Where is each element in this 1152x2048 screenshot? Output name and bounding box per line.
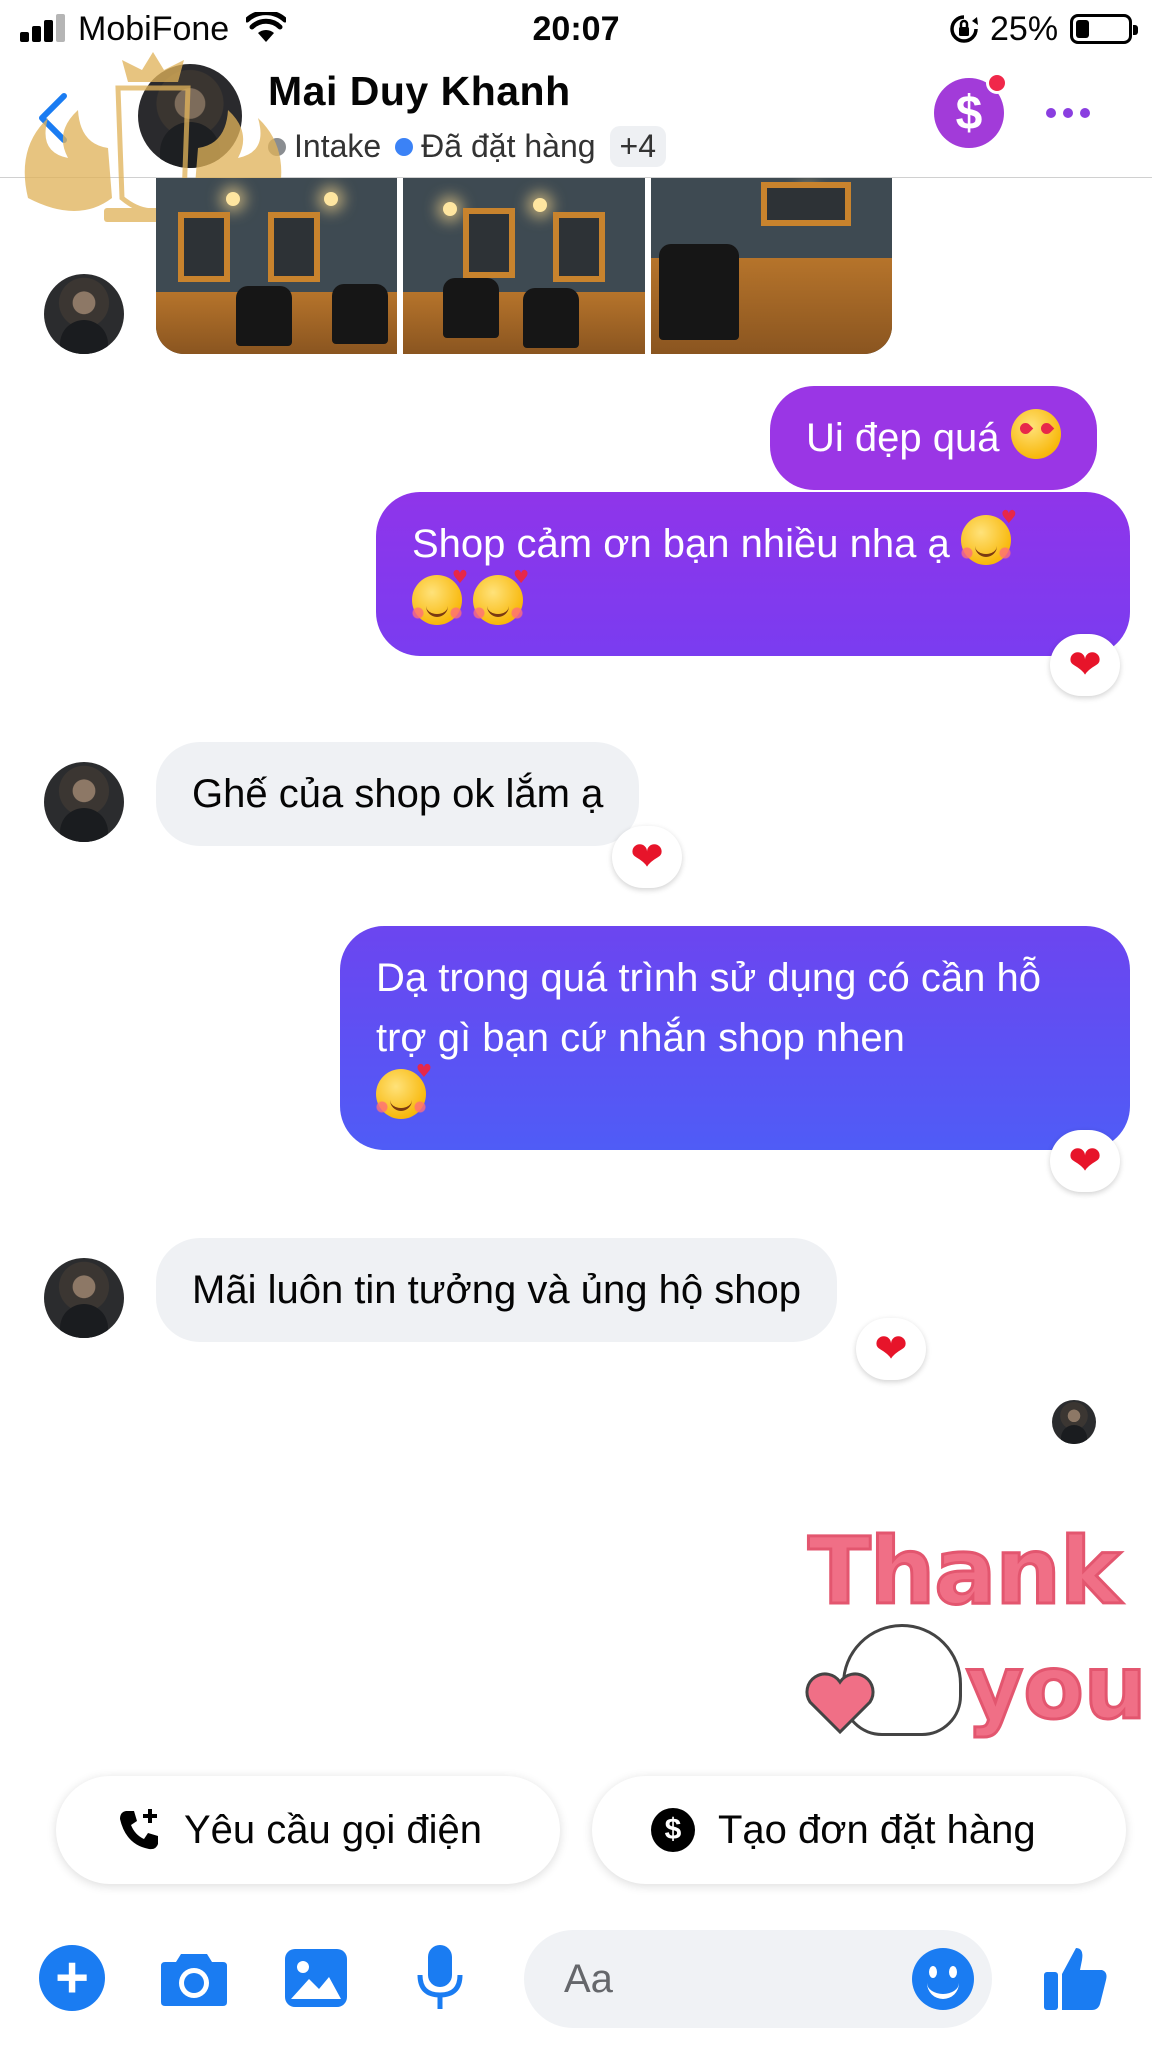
dollar-circle-icon: $ bbox=[648, 1805, 698, 1855]
heart-reaction[interactable]: ❤ bbox=[856, 1318, 926, 1380]
shared-photos[interactable] bbox=[156, 178, 892, 354]
emoji-icon[interactable] bbox=[912, 1948, 974, 2010]
smiling-face-with-hearts-emoji: ♥ bbox=[406, 569, 468, 625]
rotation-lock-icon bbox=[950, 15, 978, 43]
more-labels-badge[interactable]: +4 bbox=[609, 126, 667, 167]
contact-avatar-small[interactable] bbox=[44, 274, 124, 354]
battery-percent: 25% bbox=[990, 10, 1059, 48]
photo-gallery-button[interactable] bbox=[280, 1942, 352, 2014]
more-dots-icon bbox=[1046, 108, 1056, 118]
sticker-text-you: you bbox=[964, 1635, 1147, 1741]
more-actions-button[interactable]: + bbox=[36, 1942, 108, 2014]
request-call-button[interactable]: Yêu cầu gọi điện bbox=[56, 1776, 560, 1884]
thumbs-up-icon bbox=[1044, 1948, 1107, 2010]
camera-icon bbox=[161, 1954, 227, 2006]
plus-icon: + bbox=[39, 1945, 105, 2011]
heart-icon: ❤ bbox=[874, 1326, 908, 1372]
heart-reaction[interactable]: ❤ bbox=[612, 826, 682, 888]
outgoing-message[interactable]: Shop cảm ơn bạn nhiều nha ạ ♥ ♥ ♥ bbox=[376, 492, 1130, 656]
heart-reaction[interactable]: ❤ bbox=[1050, 1130, 1120, 1192]
like-button[interactable] bbox=[1040, 1942, 1112, 2014]
incoming-message[interactable]: Mãi luôn tin tưởng và ủng hộ shop bbox=[156, 1238, 837, 1342]
phone-plus-icon bbox=[114, 1805, 164, 1855]
heart-icon: ❤ bbox=[630, 834, 664, 880]
contact-name[interactable]: Mai Duy Khanh bbox=[268, 68, 571, 115]
contact-avatar-small[interactable] bbox=[44, 762, 124, 842]
message-text: Dạ trong quá trình sử dụng có cần hỗ trợ… bbox=[376, 956, 1041, 1060]
message-thread[interactable]: Ui đẹp quá Shop cảm ơn bạn nhiều nha ạ ♥… bbox=[0, 178, 1152, 1768]
more-options-button[interactable] bbox=[1046, 98, 1096, 128]
seen-receipt-avatar bbox=[1052, 1400, 1096, 1444]
smiling-face-with-hearts-emoji: ♥ bbox=[467, 569, 530, 625]
message-composer: + bbox=[0, 1912, 1152, 2048]
incoming-message[interactable]: Ghế của shop ok lắm ạ bbox=[156, 742, 640, 846]
dollar-icon: $ bbox=[955, 86, 983, 140]
contact-avatar-small[interactable] bbox=[44, 1258, 124, 1338]
heart-eyes-emoji bbox=[1010, 409, 1061, 459]
shared-photo[interactable] bbox=[156, 178, 398, 354]
image-icon bbox=[285, 1949, 347, 2007]
label-ordered[interactable]: Đã đặt hàng bbox=[395, 128, 596, 165]
shared-photo[interactable] bbox=[650, 178, 892, 354]
message-text: Mãi luôn tin tưởng và ủng hộ shop bbox=[192, 1268, 801, 1312]
create-order-label: Tạo đơn đặt hàng bbox=[718, 1807, 1036, 1852]
sticker-text-thank: Thank bbox=[806, 1517, 1122, 1627]
contact-labels[interactable]: Intake Đã đặt hàng +4 bbox=[268, 126, 667, 167]
smiling-face-with-hearts-emoji: ♥ bbox=[954, 509, 1017, 565]
thank-you-sticker[interactable]: Thank you bbox=[796, 1517, 1148, 1748]
smiling-face-with-hearts-emoji: ♥ bbox=[370, 1063, 432, 1119]
heart-icon: ❤ bbox=[1068, 642, 1102, 688]
battery-icon bbox=[1070, 14, 1138, 44]
message-text: Shop cảm ơn bạn nhiều nha ạ bbox=[412, 522, 950, 566]
payment-button[interactable]: $ bbox=[934, 72, 1008, 148]
heart-icon bbox=[805, 1672, 875, 1735]
label-text: Đã đặt hàng bbox=[421, 128, 596, 164]
notification-dot bbox=[986, 72, 1008, 94]
heart-reaction[interactable]: ❤ bbox=[1050, 634, 1120, 696]
camera-button[interactable] bbox=[158, 1942, 230, 2014]
outgoing-message[interactable]: Dạ trong quá trình sử dụng có cần hỗ trợ… bbox=[340, 926, 1130, 1150]
heart-icon: ❤ bbox=[1068, 1138, 1102, 1184]
microphone-icon bbox=[417, 1945, 463, 2009]
label-dot-blue bbox=[395, 137, 414, 156]
message-text: Ui đẹp quá bbox=[806, 416, 1000, 460]
create-order-button[interactable]: $ Tạo đơn đặt hàng bbox=[592, 1776, 1126, 1884]
label-text: Intake bbox=[294, 128, 382, 164]
voice-message-button[interactable] bbox=[404, 1942, 476, 2014]
outgoing-message[interactable]: Ui đẹp quá bbox=[770, 386, 1097, 490]
shared-photo[interactable] bbox=[403, 178, 645, 354]
request-call-label: Yêu cầu gọi điện bbox=[184, 1807, 483, 1852]
message-text: Ghế của shop ok lắm ạ bbox=[192, 772, 604, 816]
